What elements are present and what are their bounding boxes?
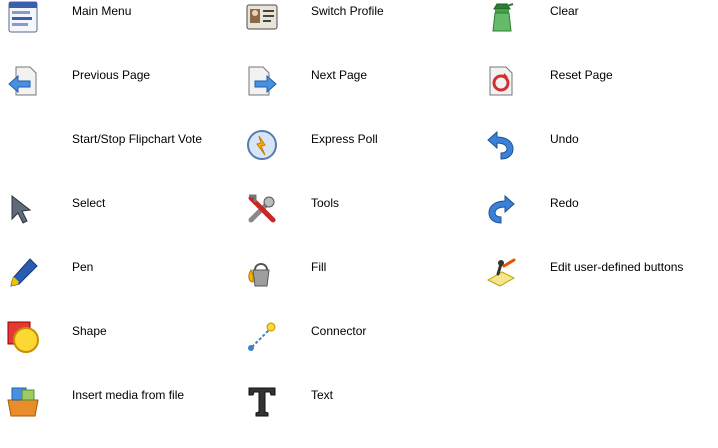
legend-item-select: Select <box>0 192 239 256</box>
clear-spray-bottle-icon <box>484 0 518 34</box>
legend-label: Pen <box>72 260 94 274</box>
legend-label: Undo <box>550 132 579 146</box>
legend-item-fill: Fill <box>239 256 478 320</box>
legend-item-insert-media: Insert media from file <box>0 384 239 448</box>
next-page-icon <box>245 64 279 98</box>
tools-icon <box>245 192 279 226</box>
legend-item-next-page: Next Page <box>239 64 478 128</box>
legend-label: Start/Stop Flipchart Vote <box>72 132 203 146</box>
legend-label: Express Poll <box>311 132 378 146</box>
main-menu-icon <box>6 0 40 34</box>
legend-item-text: Text <box>239 384 478 448</box>
previous-page-icon <box>6 64 40 98</box>
legend-label: Previous Page <box>72 68 151 82</box>
shape-icon <box>6 320 40 354</box>
legend-label: Text <box>311 388 334 402</box>
legend-item-shape: Shape <box>0 320 239 384</box>
redo-icon <box>484 192 518 226</box>
legend-label: Shape <box>72 324 107 338</box>
fill-bucket-icon <box>245 256 279 290</box>
express-poll-icon <box>245 128 279 162</box>
legend-item-connector: Connector <box>239 320 478 384</box>
legend-label: Clear <box>550 4 579 18</box>
reset-page-icon <box>484 64 518 98</box>
legend-label: Connector <box>311 324 367 338</box>
legend-item-redo: Redo <box>478 192 717 256</box>
legend-label: Reset Page <box>550 68 613 82</box>
legend-item-switch-profile: Switch Profile <box>239 0 478 64</box>
legend-item-clear: Clear <box>478 0 717 64</box>
legend-label: Tools <box>311 196 340 210</box>
insert-media-icon <box>6 384 40 418</box>
legend-item-main-menu: Main Menu <box>0 0 239 64</box>
legend-label: Main Menu <box>72 4 132 18</box>
legend-label: Select <box>72 196 106 210</box>
legend-label: Fill <box>311 260 327 274</box>
legend-label: Next Page <box>311 68 368 82</box>
legend-item-undo: Undo <box>478 128 717 192</box>
legend-item-reset-page: Reset Page <box>478 64 717 128</box>
legend-label: Insert media from file <box>72 388 185 402</box>
undo-icon <box>484 128 518 162</box>
legend-item-previous-page: Previous Page <box>0 64 239 128</box>
legend-label: Redo <box>550 196 579 210</box>
switch-profile-icon <box>245 0 279 34</box>
text-icon <box>245 384 279 418</box>
legend-label: Switch Profile <box>311 4 384 18</box>
legend-label: Edit user-defined buttons <box>550 260 684 274</box>
legend-item-edit-buttons: Edit user-defined buttons <box>478 256 717 320</box>
pen-icon <box>6 256 40 290</box>
legend-item-tools: Tools <box>239 192 478 256</box>
legend-item-express-poll: Express Poll <box>239 128 478 192</box>
legend-item-start-stop-vote: Start/Stop Flipchart Vote <box>0 128 239 192</box>
connector-icon <box>245 320 279 354</box>
select-arrow-icon <box>6 192 40 226</box>
edit-buttons-icon <box>484 256 518 290</box>
legend-item-pen: Pen <box>0 256 239 320</box>
